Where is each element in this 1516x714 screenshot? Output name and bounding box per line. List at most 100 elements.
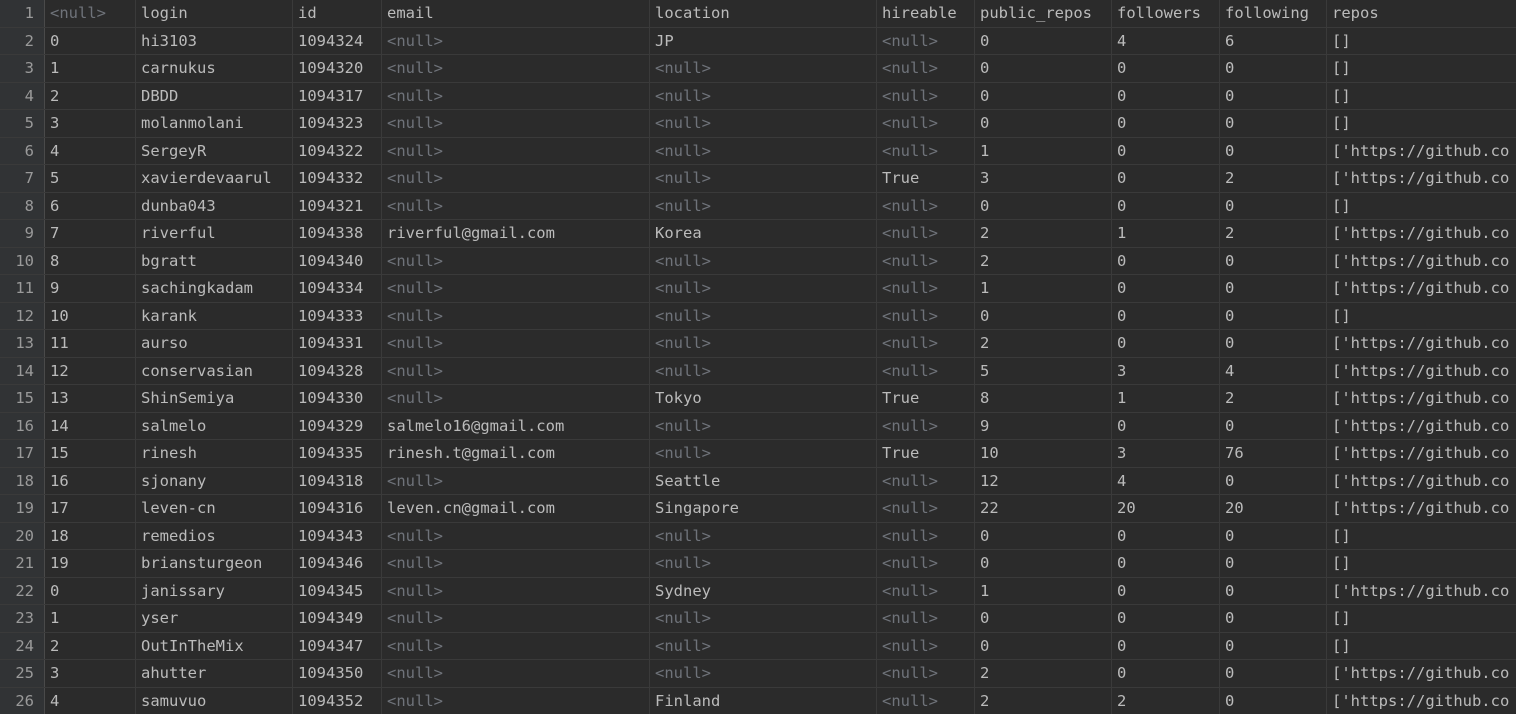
table-cell[interactable]: Sydney xyxy=(650,577,877,604)
table-cell[interactable]: 1094349 xyxy=(293,605,382,632)
table-row[interactable]: 3 1 carnukus 1094320 <null> <null> <null> 0 0 0[] xyxy=(0,55,1516,83)
table-cell[interactable]: 14 xyxy=(45,412,136,439)
table-cell[interactable]: salmelo16@gmail.com xyxy=(382,412,650,439)
table-cell[interactable]: <null> xyxy=(382,467,650,494)
table-cell[interactable]: <null> xyxy=(382,577,650,604)
table-cell[interactable]: 5 xyxy=(45,165,136,192)
table-cell[interactable]: 22 xyxy=(975,495,1112,522)
table-cell[interactable]: 3 xyxy=(1112,357,1220,384)
table-cell[interactable]: Tokyo xyxy=(650,385,877,412)
column-header[interactable]: email xyxy=(382,0,650,27)
table-row[interactable]: 15 13 ShinSemiya 1094330 <null> Tokyo True 8 1 2[… xyxy=(0,385,1516,413)
row-number[interactable]: 6 xyxy=(0,137,45,164)
table-cell[interactable]: True xyxy=(877,165,975,192)
table-cell[interactable]: 5 xyxy=(975,357,1112,384)
table-cell[interactable]: <null> xyxy=(650,632,877,659)
table-cell[interactable]: 1094316 xyxy=(293,495,382,522)
table-cell[interactable]: leven.cn@gmail.com xyxy=(382,495,650,522)
table-cell[interactable]: <null> xyxy=(382,550,650,577)
table-cell[interactable]: ShinSemiya xyxy=(136,385,293,412)
table-cell[interactable]: 2 xyxy=(1112,687,1220,714)
table-cell[interactable]: 1094320 xyxy=(293,55,382,82)
table-cell[interactable]: ['https://github.co xyxy=(1327,275,1516,302)
table-cell[interactable]: 0 xyxy=(1112,412,1220,439)
table-cell[interactable]: 0 xyxy=(1112,55,1220,82)
table-cell[interactable]: <null> xyxy=(650,82,877,109)
table-row[interactable]: 22 0 janissary 1094345 <null> Sydney <null> 1 0 0… xyxy=(0,577,1516,605)
table-cell[interactable]: <null> xyxy=(877,275,975,302)
table-cell[interactable]: 0 xyxy=(1112,302,1220,329)
table-row[interactable]: 13 11 aurso 1094331 <null> <null> <null> 2 0 0 ['h… xyxy=(0,330,1516,358)
table-cell[interactable]: 1094347 xyxy=(293,632,382,659)
table-row[interactable]: 18 16 sjonany 1094318 <null> Seattle <null> 12 4… xyxy=(0,467,1516,495)
table-cell[interactable]: <null> xyxy=(877,605,975,632)
table-cell[interactable]: <null> xyxy=(382,55,650,82)
table-cell[interactable]: 0 xyxy=(1112,137,1220,164)
header-row[interactable]: 1 <null> login id email location hireable publi… xyxy=(0,0,1516,28)
table-cell[interactable]: 20 xyxy=(1112,495,1220,522)
table-cell[interactable]: <null> xyxy=(650,302,877,329)
table-cell[interactable]: [] xyxy=(1327,633,1516,660)
table-cell[interactable]: <null> xyxy=(650,440,877,467)
table-cell[interactable]: <null> xyxy=(650,357,877,384)
column-header[interactable]: repos xyxy=(1327,0,1516,27)
row-number[interactable]: 17 xyxy=(0,440,45,467)
table-cell[interactable]: 2 xyxy=(975,330,1112,357)
table-cell[interactable]: <null> xyxy=(650,412,877,439)
table-cell[interactable]: True xyxy=(877,440,975,467)
table-cell[interactable]: 12 xyxy=(45,357,136,384)
table-cell[interactable]: 0 xyxy=(975,302,1112,329)
table-cell[interactable]: <null> xyxy=(877,467,975,494)
table-cell[interactable]: 1094332 xyxy=(293,165,382,192)
table-cell[interactable]: <null> xyxy=(877,220,975,247)
table-cell[interactable]: 1 xyxy=(1112,385,1220,412)
table-cell[interactable]: <null> xyxy=(877,137,975,164)
table-cell[interactable]: <null> xyxy=(877,247,975,274)
table-cell[interactable]: ['https://github.co xyxy=(1327,248,1516,275)
table-cell[interactable]: <null> xyxy=(382,385,650,412)
table-cell[interactable]: 2 xyxy=(1220,220,1327,247)
table-cell[interactable]: ['https://github.co xyxy=(1327,495,1516,522)
table-cell[interactable]: 1094318 xyxy=(293,467,382,494)
table-cell[interactable]: 3 xyxy=(975,165,1112,192)
table-cell[interactable]: remedios xyxy=(136,522,293,549)
row-number[interactable]: 15 xyxy=(0,385,45,412)
table-cell[interactable]: 0 xyxy=(1112,550,1220,577)
table-cell[interactable]: 18 xyxy=(45,522,136,549)
table-cell[interactable]: 2 xyxy=(45,82,136,109)
row-number[interactable]: 19 xyxy=(0,495,45,522)
table-cell[interactable]: 4 xyxy=(45,687,136,714)
table-cell[interactable]: <null> xyxy=(877,522,975,549)
table-cell[interactable]: 1094334 xyxy=(293,275,382,302)
table-cell[interactable]: 3 xyxy=(45,110,136,137)
table-cell[interactable]: <null> xyxy=(382,137,650,164)
table-cell[interactable]: 0 xyxy=(1220,550,1327,577)
table-cell[interactable]: 17 xyxy=(45,495,136,522)
table-cell[interactable]: ['https://github.co xyxy=(1327,330,1516,357)
table-cell[interactable]: 16 xyxy=(45,467,136,494)
table-cell[interactable]: 12 xyxy=(975,467,1112,494)
row-number[interactable]: 3 xyxy=(0,55,45,82)
table-cell[interactable]: 1094331 xyxy=(293,330,382,357)
table-cell[interactable]: 0 xyxy=(1220,55,1327,82)
table-cell[interactable]: Korea xyxy=(650,220,877,247)
table-cell[interactable]: 0 xyxy=(1220,82,1327,109)
table-cell[interactable]: 6 xyxy=(45,192,136,219)
row-number[interactable]: 12 xyxy=(0,302,45,329)
table-cell[interactable]: 4 xyxy=(1112,467,1220,494)
table-cell[interactable]: xavierdevaarul xyxy=(136,165,293,192)
table-cell[interactable]: 2 xyxy=(975,247,1112,274)
table-cell[interactable]: <null> xyxy=(382,192,650,219)
table-cell[interactable]: 4 xyxy=(1112,27,1220,54)
table-cell[interactable]: <null> xyxy=(382,330,650,357)
table-cell[interactable]: <null> xyxy=(382,522,650,549)
table-cell[interactable]: hi3103 xyxy=(136,27,293,54)
table-cell[interactable]: 0 xyxy=(975,27,1112,54)
column-header[interactable]: login xyxy=(136,0,293,27)
table-cell[interactable]: ['https://github.co xyxy=(1327,413,1516,440)
table-cell[interactable]: <null> xyxy=(650,110,877,137)
table-cell[interactable]: [] xyxy=(1327,193,1516,220)
table-cell[interactable]: <null> xyxy=(877,495,975,522)
row-number[interactable]: 23 xyxy=(0,605,45,632)
table-cell[interactable]: 2 xyxy=(975,687,1112,714)
